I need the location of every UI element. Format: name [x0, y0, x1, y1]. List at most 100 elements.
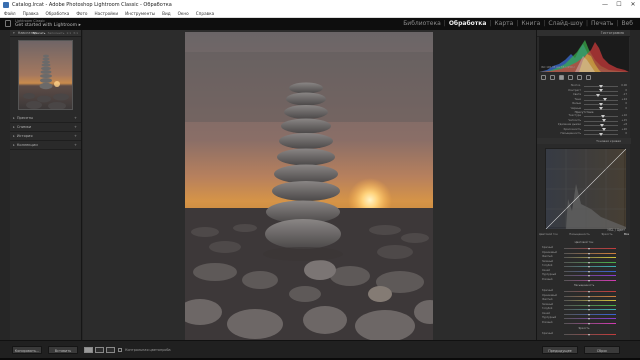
module-tab-0[interactable]: Библиотека	[400, 20, 444, 27]
presence-slider-track[interactable]	[584, 128, 618, 132]
presence-value[interactable]: +8	[623, 123, 627, 126]
presence-slider-track[interactable]	[584, 114, 618, 118]
loupe-view-toggle[interactable]	[84, 347, 93, 353]
hsl-slider-track[interactable]	[564, 304, 616, 307]
menu-item-4[interactable]: Настройки	[94, 10, 118, 17]
menu-item-2[interactable]: Обработка	[46, 10, 70, 17]
crop-tool-icon[interactable]	[541, 75, 546, 80]
presence-slider-knob[interactable]	[600, 123, 605, 127]
navigator-preview[interactable]	[18, 40, 73, 110]
add-icon[interactable]: +	[74, 114, 77, 123]
presence-value[interactable]: +10	[622, 114, 627, 117]
hsl-tab-3[interactable]: Все	[624, 233, 629, 239]
get-started-link[interactable]: Get started with Lightroom ▸	[15, 23, 81, 28]
left-section-3[interactable]: ▸ Коллекции +	[10, 141, 81, 150]
basic-slider-track[interactable]	[584, 93, 618, 97]
menu-item-0[interactable]: Файл	[4, 10, 16, 17]
presence-slider-knob[interactable]	[600, 114, 605, 118]
module-tab-4[interactable]: Слайд-шоу	[545, 20, 586, 27]
basic-value[interactable]: +24	[622, 98, 627, 101]
presence-value[interactable]: +20	[622, 128, 627, 131]
close-button[interactable]: ✕	[626, 0, 640, 10]
graduated-filter-icon[interactable]	[568, 75, 573, 80]
paste-settings-button[interactable]: Вставить	[48, 346, 78, 354]
tone-curve-graph[interactable]	[545, 148, 627, 230]
red-eye-tool-icon[interactable]	[559, 75, 564, 80]
soft-proofing-checkbox[interactable]	[118, 348, 122, 352]
menu-item-5[interactable]: Инструменты	[125, 10, 155, 17]
module-tab-6[interactable]: Веб	[618, 20, 636, 27]
basic-value[interactable]: 0.00	[621, 84, 627, 87]
module-tab-5[interactable]: Печать	[588, 20, 616, 27]
navigator-header[interactable]: ▾ Навигатор Вписать Заполнить 1:1 3:1	[10, 30, 81, 37]
hsl-slider-track[interactable]	[564, 334, 616, 336]
presence-value[interactable]: 0	[625, 132, 627, 135]
hsl-tab-1[interactable]: Насыщенность	[569, 233, 590, 239]
hsl-slider-track[interactable]	[564, 252, 616, 255]
navigator-zoom-tab-3[interactable]: 3:1	[73, 30, 78, 37]
module-tab-2[interactable]: Карта	[491, 20, 516, 27]
basic-slider-knob[interactable]	[595, 93, 600, 97]
left-section-1[interactable]: ▸ Снимки +	[10, 123, 81, 132]
basic-value[interactable]: 0	[625, 102, 627, 105]
presence-value[interactable]: +15	[622, 119, 627, 122]
basic-slider-knob[interactable]	[599, 102, 603, 106]
hsl-tab-2[interactable]: Яркость	[601, 233, 612, 239]
hsl-row[interactable]: Красный	[540, 332, 628, 337]
hsl-slider-track[interactable]	[564, 279, 616, 282]
spot-removal-tool-icon[interactable]	[550, 75, 555, 80]
hsl-slider-track[interactable]	[564, 261, 616, 264]
presence-slider-knob[interactable]	[601, 119, 606, 123]
hsl-slider-track[interactable]	[564, 318, 616, 320]
basic-slider-knob[interactable]	[599, 84, 603, 88]
before-after-split-toggle[interactable]	[106, 347, 115, 353]
hsl-slider-track[interactable]	[564, 270, 616, 273]
adjustment-brush-icon[interactable]	[586, 75, 591, 80]
previous-button[interactable]: Предыдущее	[542, 346, 578, 354]
module-tab-1[interactable]: Обработка	[446, 20, 490, 27]
presence-slider-knob[interactable]	[602, 128, 607, 132]
left-section-2[interactable]: ▸ История +	[10, 132, 81, 141]
menu-item-1[interactable]: Правка	[23, 10, 39, 17]
add-icon[interactable]: +	[74, 141, 77, 150]
hsl-slider-track[interactable]	[564, 248, 616, 250]
soft-proofing[interactable]: Контрольная цветопроба	[118, 347, 171, 353]
presence-slider-track[interactable]	[584, 123, 618, 127]
presence-slider-track[interactable]	[584, 132, 618, 136]
hsl-row[interactable]: Розовый	[540, 278, 628, 283]
menu-item-3[interactable]: Фото	[76, 10, 87, 17]
add-icon[interactable]: +	[74, 123, 77, 132]
hsl-slider-knob[interactable]	[588, 322, 590, 325]
presence-slider-knob[interactable]	[599, 132, 603, 136]
hsl-slider-track[interactable]	[564, 257, 616, 259]
hsl-row[interactable]: Розовый	[540, 321, 628, 326]
hsl-slider-track[interactable]	[564, 313, 616, 316]
basic-slider-track[interactable]	[584, 102, 618, 106]
hsl-slider-track[interactable]	[564, 295, 616, 298]
navigator-zoom-tab-0[interactable]: Вписать	[32, 30, 45, 37]
module-tab-3[interactable]: Книга	[518, 20, 543, 27]
navigator-zoom-tab-1[interactable]: Заполнить	[47, 30, 64, 37]
main-photo[interactable]	[185, 32, 433, 340]
photo-canvas[interactable]	[83, 30, 536, 340]
hsl-slider-track[interactable]	[564, 300, 616, 302]
basic-slider-track[interactable]	[584, 89, 618, 92]
hsl-slider-track[interactable]	[564, 266, 616, 268]
basic-slider-track[interactable]	[584, 98, 618, 101]
hsl-slider-knob[interactable]	[588, 334, 590, 336]
left-section-0[interactable]: ▸ Пресеты +	[10, 114, 81, 123]
basic-value[interactable]: -17	[623, 93, 627, 96]
radial-filter-icon[interactable]	[577, 75, 582, 80]
basic-slider-knob[interactable]	[599, 89, 603, 92]
reset-button[interactable]: Сброс	[584, 346, 620, 354]
hsl-slider-track[interactable]	[564, 309, 616, 311]
tone-curve-header[interactable]: Тоновая кривая	[537, 138, 631, 144]
before-after-toggle[interactable]	[95, 347, 104, 353]
hsl-tab-0[interactable]: Цветовой тон	[539, 233, 558, 239]
basic-value[interactable]: 0	[625, 89, 627, 92]
presence-row-4[interactable]: Насыщенность 0	[540, 132, 628, 137]
presence-slider-track[interactable]	[584, 119, 618, 123]
add-icon[interactable]: +	[74, 132, 77, 141]
menu-item-8[interactable]: Справка	[196, 10, 214, 17]
hsl-slider-track[interactable]	[564, 322, 616, 325]
